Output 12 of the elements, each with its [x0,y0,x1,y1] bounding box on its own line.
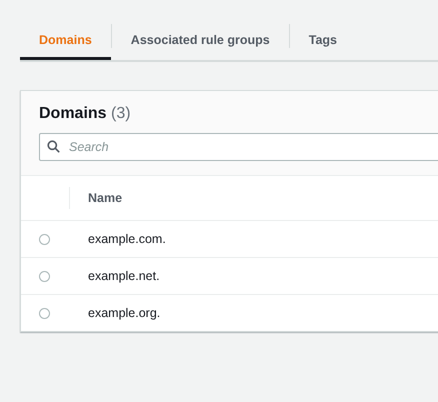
table-cell: example.net. [88,269,160,283]
tab[interactable]: Associated rule groups [112,22,289,60]
radio-button[interactable] [39,270,50,282]
panel-title: Domains (3) [39,105,132,123]
tab[interactable]: Tags [290,22,356,60]
table-cell: example.com. [88,232,166,246]
search-field[interactable]: Search [39,133,438,161]
column-header: Name [88,191,122,205]
search-icon [47,140,60,153]
radio-button[interactable] [39,234,50,244]
table-cell: example.org. [88,306,160,320]
radio-button[interactable] [39,308,50,318]
